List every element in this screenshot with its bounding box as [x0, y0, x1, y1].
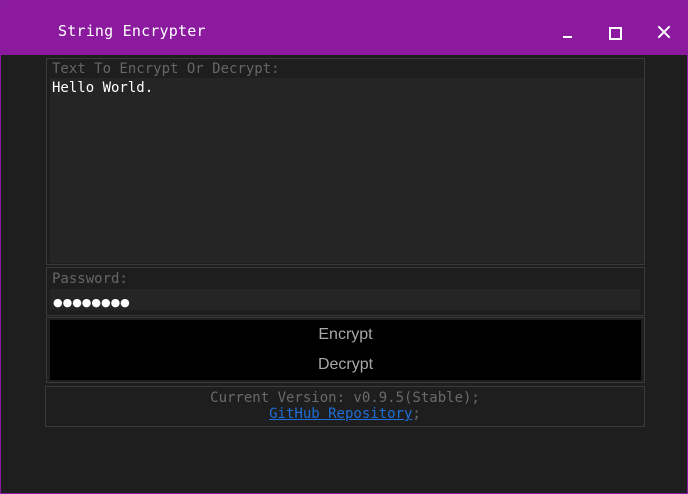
decrypt-button[interactable]: Decrypt: [50, 350, 641, 380]
app-window: String Encrypter Text To Encrypt Or Decr…: [0, 0, 688, 494]
close-button[interactable]: [643, 13, 683, 53]
text-input[interactable]: Hello World.: [50, 78, 644, 263]
minimize-icon: [563, 36, 572, 38]
text-panel: Text To Encrypt Or Decrypt: Hello World.: [46, 58, 645, 265]
actions-panel: Encrypt Decrypt: [46, 317, 645, 383]
maximize-button[interactable]: [595, 13, 635, 53]
minimize-button[interactable]: [547, 13, 587, 53]
link-suffix: ;: [412, 406, 421, 422]
github-repository-link[interactable]: GitHub Repository: [269, 406, 412, 422]
window-title: String Encrypter: [58, 22, 206, 40]
encrypt-button[interactable]: Encrypt: [50, 320, 641, 350]
maximize-icon: [609, 27, 622, 40]
password-panel: Password: ●●●●●●●●: [46, 267, 645, 316]
title-bar[interactable]: String Encrypter: [1, 1, 687, 55]
footer-panel: Current Version: v0.9.5(Stable); GitHub …: [45, 386, 645, 427]
close-icon: [657, 25, 671, 39]
text-field-label: Text To Encrypt Or Decrypt:: [52, 61, 280, 77]
password-input[interactable]: ●●●●●●●●: [50, 289, 640, 310]
footer-link-line: GitHub Repository;: [46, 406, 644, 422]
version-text: Current Version: v0.9.5(Stable);: [210, 390, 480, 406]
password-field-label: Password:: [52, 271, 128, 287]
password-masked-value: ●●●●●●●●: [53, 296, 130, 309]
